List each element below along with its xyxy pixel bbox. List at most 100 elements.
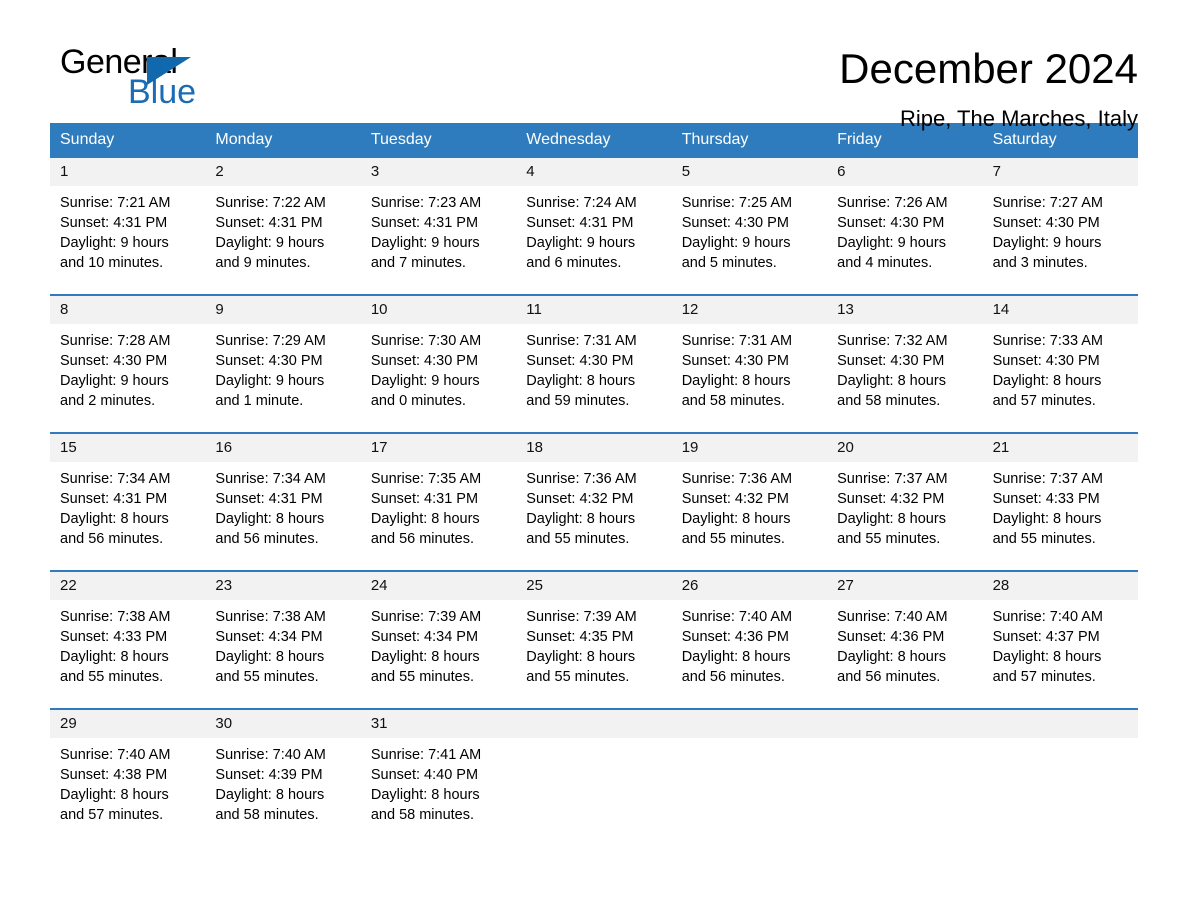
day-number: 8 [60, 301, 69, 318]
day-cell[interactable]: 2 Sunrise: 7:22 AM Sunset: 4:31 PM Daylight… [205, 158, 361, 278]
day-detail-line: Daylight: 8 hours [526, 373, 636, 389]
day-cell[interactable]: 21 Sunrise: 7:37 AM Sunset: 4:33 PM Dayligh… [982, 434, 1138, 554]
day-detail-line: and 10 minutes. [60, 255, 164, 271]
day-cell[interactable]: 31 Sunrise: 7:41 AM Sunset: 4:40 PM Dayligh… [360, 710, 517, 830]
day-detail-line: Sunset: 4:30 PM [60, 353, 168, 369]
page-title: December 2024 [839, 45, 1138, 92]
day-detail-line: Daylight: 8 hours [837, 373, 946, 389]
day-cell[interactable]: 14 Sunrise: 7:33 AM Sunset: 4:30 PM Dayligh… [982, 296, 1138, 416]
day-cell[interactable]: 18 Sunrise: 7:36 AM Sunset: 4:32 PM Dayligh… [516, 434, 672, 554]
day-detail-line: Sunset: 4:30 PM [992, 353, 1100, 369]
day-details: Sunrise: 7:32 AM Sunset: 4:30 PM Daylight:… [827, 324, 982, 411]
day-detail-line: and 0 minutes. [370, 393, 466, 409]
day-number-band: 1 [50, 158, 206, 186]
day-detail-line: and 4 minutes. [837, 255, 933, 271]
day-cell[interactable]: 10 Sunrise: 7:30 AM Sunset: 4:30 PM Dayligh… [360, 296, 517, 416]
day-cell[interactable]: 24 Sunrise: 7:39 AM Sunset: 4:34 PM Dayligh… [360, 572, 517, 692]
week-cells: 15 Sunrise: 7:34 AM Sunset: 4:31 PM Dayligh… [50, 434, 1138, 554]
day-detail-line: Sunrise: 7:29 AM [215, 333, 326, 349]
day-cell[interactable]: 23 Sunrise: 7:38 AM Sunset: 4:34 PM Dayligh… [205, 572, 361, 692]
day-details: Sunrise: 7:22 AM Sunset: 4:31 PM Daylight:… [205, 186, 360, 273]
day-detail-line: Sunset: 4:31 PM [370, 491, 479, 507]
day-number-band [827, 710, 983, 738]
day-detail-line: and 58 minutes. [681, 393, 785, 409]
day-detail-line: Sunrise: 7:40 AM [215, 747, 326, 763]
day-cell[interactable]: 8 Sunrise: 7:28 AM Sunset: 4:30 PM Daylight… [50, 296, 206, 416]
day-detail-line: Sunrise: 7:34 AM [60, 471, 171, 487]
day-detail-line: Sunset: 4:31 PM [526, 215, 634, 231]
day-cell[interactable]: 27 Sunrise: 7:40 AM Sunset: 4:36 PM Dayligh… [827, 572, 983, 692]
day-number: 9 [215, 301, 224, 318]
day-cell[interactable]: 26 Sunrise: 7:40 AM Sunset: 4:36 PM Dayligh… [671, 572, 828, 692]
day-number-band: 28 [982, 572, 1138, 600]
day-cell[interactable]: 16 Sunrise: 7:34 AM Sunset: 4:31 PM Dayligh… [205, 434, 361, 554]
weekday-header-sunday: Sunday [60, 131, 115, 148]
day-detail-line: Sunrise: 7:26 AM [837, 195, 948, 211]
day-cell[interactable]: 17 Sunrise: 7:35 AM Sunset: 4:31 PM Dayligh… [360, 434, 517, 554]
day-detail-line: and 5 minutes. [681, 255, 777, 271]
day-detail-line: Daylight: 8 hours [526, 649, 636, 665]
day-cell[interactable]: 1 Sunrise: 7:21 AM Sunset: 4:31 PM Daylight… [50, 158, 206, 278]
day-detail-line: and 9 minutes. [215, 255, 311, 271]
day-cell[interactable]: 28 Sunrise: 7:40 AM Sunset: 4:37 PM Dayligh… [982, 572, 1138, 692]
day-detail-line: and 55 minutes. [526, 669, 630, 685]
day-number: 6 [837, 163, 846, 180]
calendar-grid: Sunday Monday Tuesday Wednesday Thursday Frid… [50, 123, 1138, 830]
day-detail-line: Daylight: 8 hours [60, 511, 169, 527]
day-cell[interactable]: 5 Sunrise: 7:25 AM Sunset: 4:30 PM Daylight… [671, 158, 828, 278]
day-detail-line: Daylight: 8 hours [992, 373, 1102, 389]
day-cell[interactable]: 20 Sunrise: 7:37 AM Sunset: 4:32 PM Dayligh… [827, 434, 983, 554]
day-detail-line: Sunset: 4:31 PM [60, 491, 168, 507]
day-detail-line: Daylight: 8 hours [215, 649, 325, 665]
day-number-band [982, 710, 1138, 738]
day-detail-line: Sunrise: 7:40 AM [681, 609, 793, 625]
day-cell[interactable]: 11 Sunrise: 7:31 AM Sunset: 4:30 PM Dayligh… [516, 296, 672, 416]
day-detail-line: Daylight: 9 hours [60, 373, 169, 389]
day-detail-line: Daylight: 8 hours [215, 787, 325, 803]
day-detail-line: Daylight: 8 hours [370, 787, 480, 803]
day-details: Sunrise: 7:27 AM Sunset: 4:30 PM Daylight:… [983, 186, 1138, 273]
day-number-band: 22 [50, 572, 206, 600]
day-number-band: 2 [205, 158, 361, 186]
day-cell[interactable]: 30 Sunrise: 7:40 AM Sunset: 4:39 PM Dayligh… [205, 710, 361, 830]
day-cell[interactable]: 15 Sunrise: 7:34 AM Sunset: 4:31 PM Dayligh… [50, 434, 206, 554]
day-detail-line: Sunset: 4:33 PM [992, 491, 1100, 507]
day-detail-line: Sunset: 4:32 PM [837, 491, 945, 507]
day-cell[interactable]: 7 Sunrise: 7:27 AM Sunset: 4:30 PM Daylight… [982, 158, 1138, 278]
day-cell[interactable]: 12 Sunrise: 7:31 AM Sunset: 4:30 PM Dayligh… [671, 296, 828, 416]
day-cell[interactable]: 29 Sunrise: 7:40 AM Sunset: 4:38 PM Dayligh… [50, 710, 206, 830]
day-number-band: 16 [205, 434, 361, 462]
day-cell[interactable]: 3 Sunrise: 7:23 AM Sunset: 4:31 PM Daylight… [360, 158, 517, 278]
day-number-band: 6 [827, 158, 983, 186]
weekday-header-wednesday: Wednesday [526, 131, 611, 148]
calendar-week-row: 1 Sunrise: 7:21 AM Sunset: 4:31 PM Daylight… [50, 158, 1138, 278]
day-number: 18 [526, 439, 543, 456]
day-detail-line: Sunrise: 7:37 AM [837, 471, 948, 487]
day-detail-line: Sunset: 4:30 PM [681, 353, 789, 369]
day-number-band: 25 [516, 572, 672, 600]
day-detail-line: Sunset: 4:35 PM [526, 629, 634, 645]
day-cell[interactable]: 9 Sunrise: 7:29 AM Sunset: 4:30 PM Daylight… [205, 296, 361, 416]
day-cell[interactable]: 4 Sunrise: 7:24 AM Sunset: 4:31 PM Daylight… [516, 158, 672, 278]
day-cell[interactable]: 22 Sunrise: 7:38 AM Sunset: 4:33 PM Dayligh… [50, 572, 206, 692]
day-details: Sunrise: 7:39 AM Sunset: 4:35 PM Daylight:… [516, 600, 671, 687]
day-number-band: 13 [827, 296, 983, 324]
day-detail-line: Sunrise: 7:24 AM [526, 195, 637, 211]
day-detail-line: Sunrise: 7:28 AM [60, 333, 171, 349]
day-number: 5 [681, 163, 691, 180]
day-detail-line: Daylight: 8 hours [526, 511, 636, 527]
calendar-week-row: 22 Sunrise: 7:38 AM Sunset: 4:33 PM Dayligh… [50, 570, 1138, 692]
day-number: 3 [370, 163, 380, 180]
weekday-header-monday: Monday [215, 131, 273, 148]
day-cell-empty [671, 710, 828, 830]
day-details: Sunrise: 7:28 AM Sunset: 4:30 PM Daylight:… [50, 324, 205, 411]
calendar-weeks: 1 Sunrise: 7:21 AM Sunset: 4:31 PM Daylight… [50, 158, 1138, 830]
day-cell[interactable]: 25 Sunrise: 7:39 AM Sunset: 4:35 PM Dayligh… [516, 572, 672, 692]
brand-logo[interactable]: General Blue [50, 45, 240, 125]
day-cell[interactable]: 19 Sunrise: 7:36 AM Sunset: 4:32 PM Dayligh… [671, 434, 828, 554]
day-number: 4 [526, 163, 535, 180]
day-cell[interactable]: 13 Sunrise: 7:32 AM Sunset: 4:30 PM Dayligh… [827, 296, 983, 416]
day-detail-line: Sunset: 4:33 PM [60, 629, 168, 645]
day-cell[interactable]: 6 Sunrise: 7:26 AM Sunset: 4:30 PM Daylight… [827, 158, 983, 278]
day-number: 24 [370, 577, 388, 594]
